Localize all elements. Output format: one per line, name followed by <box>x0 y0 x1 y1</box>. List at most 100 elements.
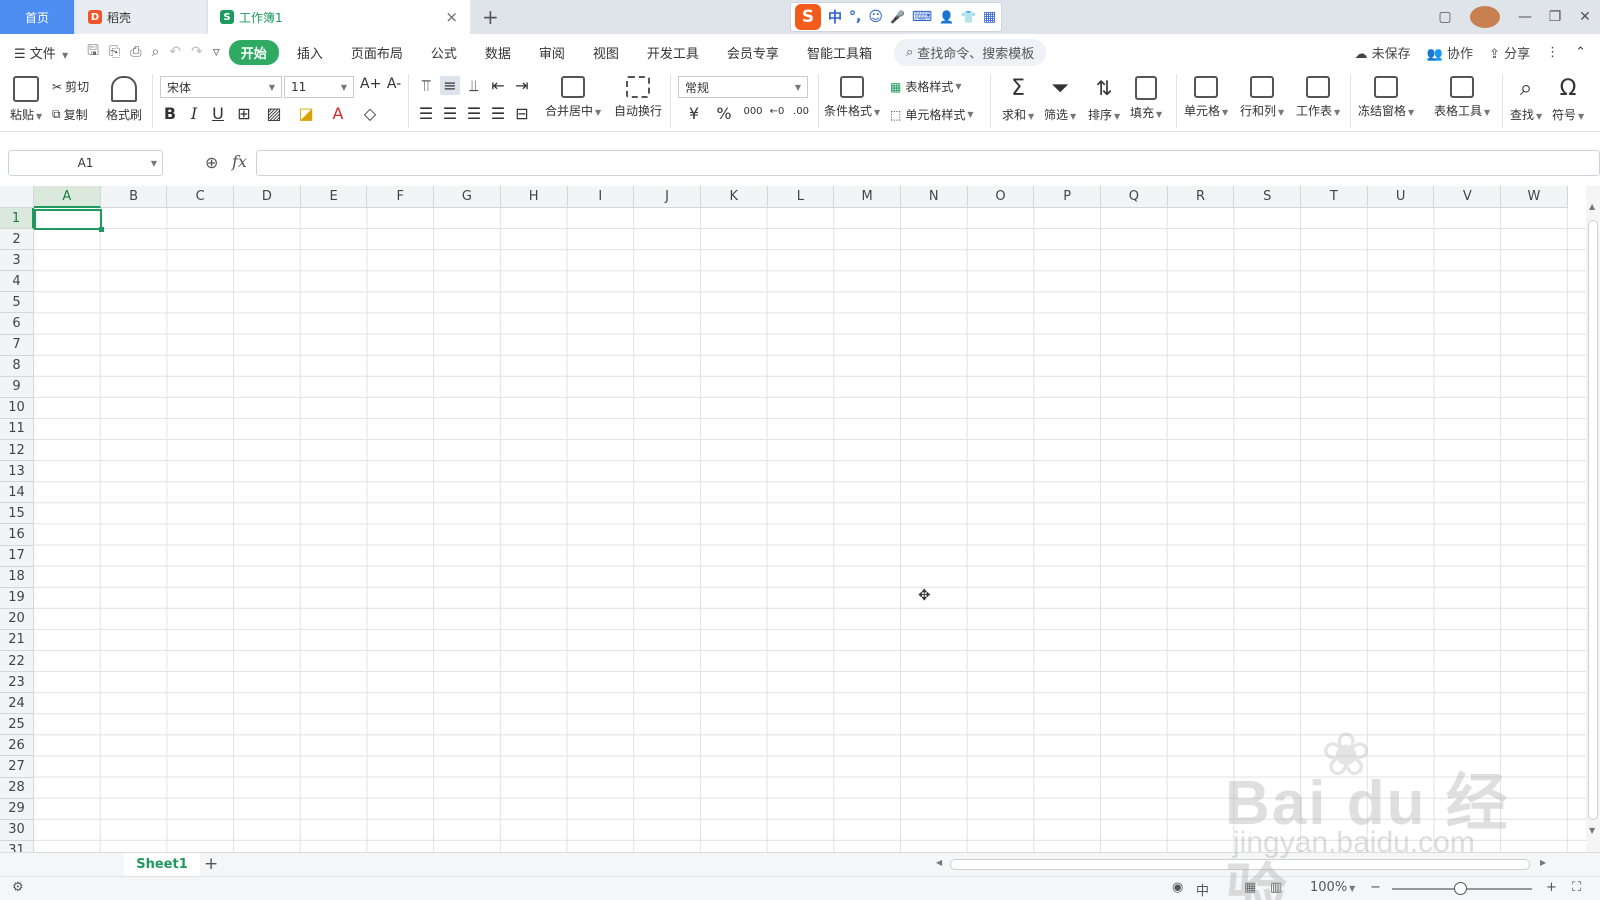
customize-quick-access-icon[interactable]: ▿ <box>213 44 220 60</box>
row-header[interactable]: 7 <box>0 334 34 356</box>
column-header[interactable]: R <box>1167 186 1235 208</box>
row-header[interactable]: 15 <box>0 503 34 525</box>
zoom-out-button[interactable]: − <box>1370 880 1381 895</box>
cut-button[interactable]: ✂ 剪切 <box>52 78 89 95</box>
column-header[interactable]: J <box>634 186 701 208</box>
tab-workbook[interactable]: S 工作簿1 × <box>208 0 470 34</box>
find-button[interactable]: ⌕ 查找 ▼ <box>1510 76 1542 123</box>
collapse-ribbon-icon[interactable]: ⌃ <box>1575 45 1586 60</box>
font-size-select[interactable]: 11 ▼ <box>284 76 354 98</box>
merge-center-button[interactable]: 合并居中 ▼ <box>545 76 601 119</box>
formula-input[interactable] <box>256 150 1600 176</box>
column-header[interactable]: U <box>1367 186 1435 208</box>
new-tab-button[interactable]: + <box>482 5 499 29</box>
row-header[interactable]: 4 <box>0 271 34 293</box>
percent-button[interactable]: % <box>714 104 734 123</box>
zoom-slider-handle[interactable] <box>1454 882 1467 895</box>
minimize-icon[interactable]: — <box>1510 9 1540 25</box>
row-col-button[interactable]: 行和列 ▼ <box>1240 76 1284 119</box>
row-header[interactable]: 9 <box>0 376 34 398</box>
row-header[interactable]: 3 <box>0 250 34 272</box>
ime-emoji-icon[interactable]: ☺ <box>868 9 883 25</box>
ime-mic-icon[interactable]: 🎤 <box>890 10 905 24</box>
border-icon[interactable]: ⊞ <box>234 104 254 123</box>
underline-button[interactable]: U <box>208 104 228 123</box>
fill-button[interactable]: 填充 ▼ <box>1130 76 1162 121</box>
wrap-text-button[interactable]: 自动换行 <box>614 76 662 119</box>
tab-smart-toolbox[interactable]: 智能工具箱 <box>807 43 872 62</box>
row-header[interactable]: 18 <box>0 566 34 588</box>
close-tab-icon[interactable]: × <box>445 8 458 26</box>
print-preview-icon[interactable]: ⌕ <box>151 44 159 60</box>
column-header[interactable]: E <box>300 186 368 208</box>
column-header[interactable]: S <box>1234 186 1302 208</box>
unsaved-button[interactable]: ☁ 未保存 <box>1355 43 1411 62</box>
bold-button[interactable]: B <box>160 104 180 123</box>
save-icon[interactable]: 🖫 <box>87 40 99 64</box>
row-header[interactable]: 13 <box>0 461 34 483</box>
row-header[interactable]: 21 <box>0 629 34 651</box>
row-header[interactable]: 17 <box>0 545 34 567</box>
print-icon[interactable]: ⎙ <box>130 44 141 60</box>
paste-button[interactable]: 粘贴 ▼ <box>10 76 42 123</box>
cell-shading-icon[interactable]: ▨ <box>264 104 284 123</box>
font-shrink-button[interactable]: A- <box>384 76 404 92</box>
row-header[interactable]: 1 <box>0 208 34 230</box>
macro-record-icon[interactable]: ⚙ <box>12 880 24 895</box>
scroll-down-icon[interactable]: ▼ <box>1589 826 1595 835</box>
column-header[interactable]: I <box>567 186 635 208</box>
fill-color-icon[interactable]: ◪ <box>296 104 316 123</box>
row-header[interactable]: 6 <box>0 313 34 335</box>
fullscreen-icon[interactable]: ⛶ <box>1572 880 1581 895</box>
tab-data[interactable]: 数据 <box>485 43 511 62</box>
freeze-panes-button[interactable]: 冻结窗格 ▼ <box>1358 76 1414 119</box>
add-sheet-button[interactable]: + <box>204 854 218 874</box>
row-header[interactable]: 28 <box>0 777 34 799</box>
column-header[interactable]: V <box>1434 186 1502 208</box>
tab-page-layout[interactable]: 页面布局 <box>351 43 403 62</box>
increase-decimal-button[interactable]: ←0 <box>764 106 790 117</box>
sort-button[interactable]: ⇅ 排序 ▼ <box>1088 76 1120 123</box>
zoom-level[interactable]: 100% ▼ <box>1310 880 1355 895</box>
active-cell-a1[interactable] <box>34 209 104 232</box>
ime-toolbox-icon[interactable]: ▦ <box>983 9 996 25</box>
indent-decrease-icon[interactable]: ⇤ <box>488 76 508 95</box>
italic-button[interactable]: I <box>184 104 204 123</box>
row-header[interactable]: 27 <box>0 756 34 778</box>
row-header[interactable]: 29 <box>0 798 34 820</box>
select-all-corner[interactable] <box>0 186 34 208</box>
cells-button[interactable]: 单元格 ▼ <box>1184 76 1228 119</box>
tab-developer[interactable]: 开发工具 <box>647 43 699 62</box>
cell-area[interactable] <box>34 208 1586 852</box>
tab-insert[interactable]: 插入 <box>297 43 323 62</box>
column-header[interactable]: N <box>900 186 968 208</box>
thousands-button[interactable]: 000 <box>740 106 766 117</box>
row-header[interactable]: 30 <box>0 819 34 841</box>
cell-style-button[interactable]: ⬚ 单元格样式 ▼ <box>890 106 974 123</box>
worksheet-button[interactable]: 工作表 ▼ <box>1296 76 1340 119</box>
ime-keyboard-icon[interactable]: ⌨ <box>912 9 932 25</box>
number-format-select[interactable]: 常规 ▼ <box>678 76 808 98</box>
tab-member[interactable]: 会员专享 <box>727 43 779 62</box>
column-header[interactable]: A <box>34 186 101 208</box>
font-color-icon[interactable]: A <box>328 104 348 123</box>
ime-punct-icon[interactable]: °, <box>849 9 861 25</box>
copy-button[interactable]: ⧉ 复制 <box>52 106 88 123</box>
column-header[interactable]: B <box>100 186 168 208</box>
row-header[interactable]: 26 <box>0 735 34 757</box>
column-header[interactable]: K <box>700 186 768 208</box>
close-window-icon[interactable]: ✕ <box>1570 9 1600 25</box>
normal-view-icon[interactable]: ▦ <box>1244 880 1256 895</box>
column-header[interactable]: M <box>834 186 901 208</box>
page-count-icon[interactable]: ▢ <box>1430 9 1460 25</box>
tab-view[interactable]: 视图 <box>593 43 619 62</box>
decrease-decimal-button[interactable]: .00 <box>788 106 814 117</box>
format-painter-button[interactable]: 格式刷 <box>106 76 142 123</box>
sum-button[interactable]: Σ 求和 ▼ <box>1002 76 1034 123</box>
row-header[interactable]: 20 <box>0 608 34 630</box>
column-header[interactable]: F <box>367 186 435 208</box>
column-header[interactable]: T <box>1301 186 1368 208</box>
column-header[interactable]: C <box>167 186 235 208</box>
scroll-right-icon[interactable]: ▶ <box>1540 858 1546 867</box>
tab-review[interactable]: 审阅 <box>539 43 565 62</box>
